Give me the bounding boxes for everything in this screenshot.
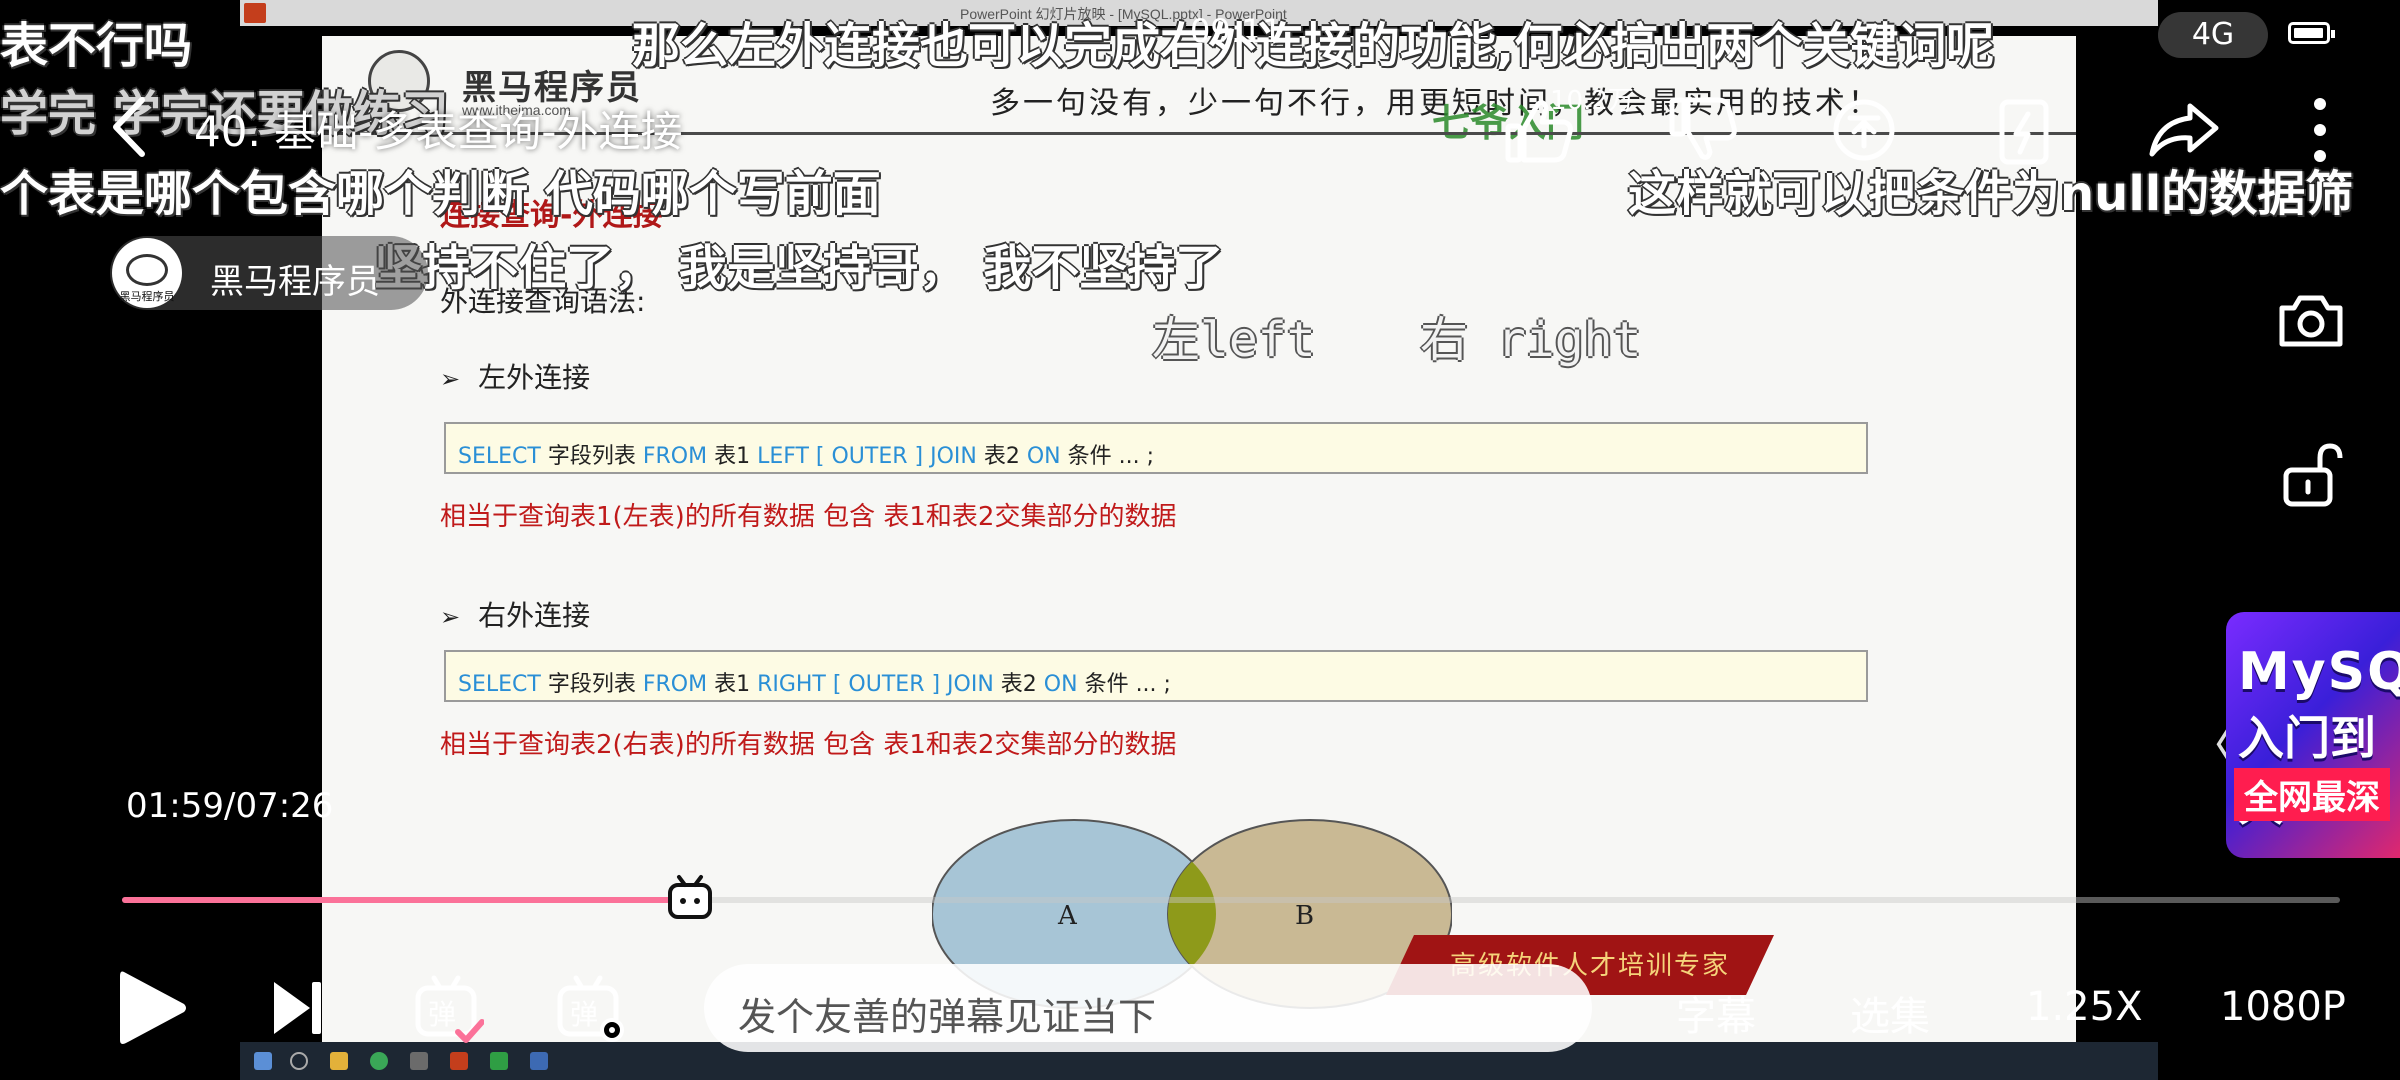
left-join-sql-token: ON xyxy=(1026,444,1061,469)
search-icon xyxy=(290,1052,308,1070)
time-readout: 01:59/07:26 xyxy=(126,786,334,826)
left-join-sql-box: SELECT 字段列表 FROM 表1 LEFT [ OUTER ] JOIN … xyxy=(444,422,1868,474)
danmaku-comment: 坚持不住了， 我是坚持哥， 我不坚持了 xyxy=(374,240,1224,296)
progress-played xyxy=(122,897,690,903)
skip-next-icon xyxy=(274,982,321,1034)
charge-icon xyxy=(1999,99,2049,165)
screen-lock-button[interactable] xyxy=(2276,440,2346,510)
unlock-icon xyxy=(2283,443,2343,507)
left-join-sql-token: 字段列表 xyxy=(540,444,643,469)
bullet-arrow-icon: ➢ xyxy=(440,365,461,393)
left-join-label: 左外连接 xyxy=(478,361,591,394)
left-join-sql-token: FROM xyxy=(642,444,708,469)
danmaku-input-placeholder: 发个友善的弹幕见证当下 xyxy=(738,995,1157,1039)
progress-bar[interactable] xyxy=(122,875,2340,919)
right-join-sql-token: ON xyxy=(1043,672,1078,697)
danmaku-settings-button[interactable]: 弹 xyxy=(556,974,626,1044)
right-join-sql-token: 表2 xyxy=(993,672,1044,697)
recorder-icon xyxy=(490,1052,508,1070)
episodes-button[interactable]: 选集 xyxy=(1850,984,1930,1042)
dislike-button[interactable] xyxy=(1664,90,1744,170)
venn-label-a: A xyxy=(1057,901,1078,931)
coin-icon xyxy=(1833,99,1895,161)
hand-note-right: 右 right xyxy=(1420,312,1642,368)
share-arrow-icon xyxy=(2149,103,2219,157)
left-join-sql-token: 表1 xyxy=(707,444,758,469)
right-join-sql-token: 字段列表 xyxy=(540,672,643,697)
left-join-sql-token: 条件 ... ; xyxy=(1060,444,1154,469)
screenshot-button[interactable] xyxy=(2276,286,2346,356)
quality-button[interactable]: 1080P xyxy=(2220,984,2346,1030)
left-join-desc: 相当于查询表1(左表)的所有数据 包含 表1和表2交集部分的数据 xyxy=(440,502,1177,532)
right-join-sql-token: RIGHT [ OUTER ] JOIN xyxy=(757,672,994,697)
more-vertical-icon xyxy=(2314,98,2326,162)
back-button[interactable] xyxy=(100,92,160,162)
uploader-chip[interactable]: 黑马程序员 黑马程序员 xyxy=(110,236,428,310)
browser-icon xyxy=(370,1052,388,1070)
svg-text:弹: 弹 xyxy=(428,998,456,1031)
right-join-sql-token: 表1 xyxy=(707,672,758,697)
play-button[interactable] xyxy=(114,966,190,1050)
right-join-sql-box: SELECT 字段列表 FROM 表1 RIGHT [ OUTER ] JOIN… xyxy=(444,650,1868,702)
status-time: 09:11 xyxy=(1190,12,1283,50)
uploader-name: 黑马程序员 xyxy=(210,262,380,302)
right-join-sql-token: SELECT xyxy=(458,672,541,697)
next-button[interactable] xyxy=(270,978,326,1038)
promo-line3: 全网最深 xyxy=(2234,768,2390,821)
venn-label-b: B xyxy=(1295,901,1314,931)
app-icon xyxy=(410,1052,428,1070)
powerpoint-icon xyxy=(244,3,266,23)
folder-icon xyxy=(330,1052,348,1070)
progress-thumb-tv-icon[interactable] xyxy=(665,873,715,923)
right-join-sql-token: FROM xyxy=(642,672,708,697)
horse-logo-icon xyxy=(126,254,168,286)
left-join-sql-token: SELECT xyxy=(458,444,541,469)
danmaku-comment: 个表是哪个包含哪个判断 代码哪个写前面 xyxy=(0,166,881,222)
avatar-caption: 黑马程序员 xyxy=(119,290,175,303)
hand-note-left: 左left xyxy=(1152,312,1316,368)
app2-icon xyxy=(530,1052,548,1070)
right-join-sql-token: 条件 ... ; xyxy=(1077,672,1171,697)
battery-icon xyxy=(2288,22,2335,44)
coin-button[interactable] xyxy=(1824,90,1904,170)
danmaku-comment: 表不行吗 xyxy=(0,18,193,74)
play-icon xyxy=(120,971,186,1044)
left-join-sql-token: LEFT [ OUTER ] JOIN xyxy=(757,444,977,469)
danmaku-on-icon: 弹 xyxy=(415,975,484,1043)
svg-text:弹: 弹 xyxy=(570,998,598,1031)
promo-card[interactable]: MySQL 入门到大 全网最深 xyxy=(2226,612,2400,858)
bullet-arrow-icon: ➢ xyxy=(440,603,461,631)
danmaku-toggle-button[interactable]: 弹 xyxy=(414,974,484,1044)
favorite-button[interactable] xyxy=(1984,90,2064,170)
subtitle-button[interactable]: 字幕 xyxy=(1676,984,1756,1042)
network-badge: 4G xyxy=(2158,12,2268,58)
video-title: 40. 基础-多表查询-外连接 xyxy=(194,107,683,156)
camera-icon xyxy=(2279,295,2343,347)
powerpoint-icon xyxy=(450,1052,468,1070)
right-join-heading: ➢ 右外连接 xyxy=(440,594,590,634)
like-count: 10.2万 xyxy=(1550,86,1634,116)
more-button[interactable] xyxy=(2280,90,2360,170)
right-join-label: 右外连接 xyxy=(478,599,591,632)
right-join-desc: 相当于查询表2(右表)的所有数据 包含 表1和表2交集部分的数据 xyxy=(440,730,1177,760)
danmaku-comment: 那么左外连接也可以完成右外连接的功能,何必搞出两个关键词呢 xyxy=(632,18,1995,74)
speed-button[interactable]: 1.25X xyxy=(2026,984,2142,1030)
start-icon xyxy=(254,1052,272,1070)
uploader-avatar: 黑马程序员 xyxy=(112,238,182,308)
left-join-sql-token: 表2 xyxy=(976,444,1027,469)
share-button[interactable] xyxy=(2144,90,2224,170)
left-join-heading: ➢ 左外连接 xyxy=(440,356,590,396)
thumb-down-icon xyxy=(1669,97,1737,160)
promo-line1: MySQL xyxy=(2238,642,2400,702)
danmaku-input[interactable]: 发个友善的弹幕见证当下 xyxy=(704,964,1592,1052)
danmaku-settings-icon: 弹 xyxy=(557,975,624,1042)
